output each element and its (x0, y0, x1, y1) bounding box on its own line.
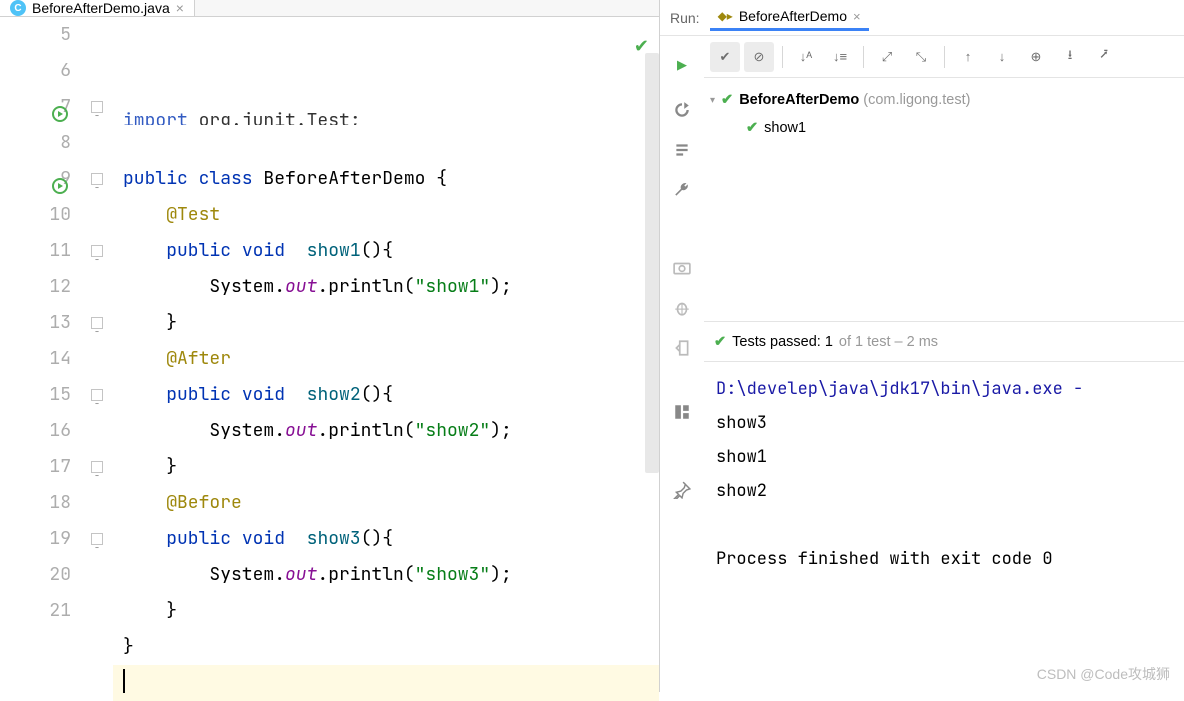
code-line[interactable]: System.out.println("show1"); (113, 269, 659, 305)
fold-toggle-icon[interactable] (91, 533, 103, 545)
show-ignored-icon[interactable]: ⊘ (744, 42, 774, 72)
import-icon[interactable]: ⭳ (1055, 42, 1085, 72)
line-number[interactable]: 11 (0, 233, 71, 269)
code-line[interactable]: System.out.println("show2"); (113, 413, 659, 449)
tab-filename: BeforeAfterDemo.java (32, 0, 170, 16)
fold-toggle-icon[interactable] (91, 461, 103, 473)
line-number[interactable]: 14 (0, 341, 71, 377)
editor-pane: C BeforeAfterDemo.java × 567891011121314… (0, 0, 660, 692)
editor-tab[interactable]: C BeforeAfterDemo.java × (0, 0, 195, 16)
prev-icon[interactable]: ↑ (953, 42, 983, 72)
code-line[interactable]: } (113, 593, 659, 629)
pin-icon[interactable] (672, 480, 692, 500)
editor-tab-bar: C BeforeAfterDemo.java × (0, 0, 659, 17)
run-sidebar: ▶ (660, 36, 704, 692)
expand-all-icon[interactable]: ⤢ (872, 42, 902, 72)
line-number[interactable]: 17 (0, 449, 71, 485)
next-icon[interactable]: ↓ (987, 42, 1017, 72)
run-test-icon[interactable] (52, 171, 68, 187)
line-number[interactable]: 12 (0, 269, 71, 305)
line-number[interactable]: 5 (0, 17, 71, 53)
console-output[interactable]: D:\develep\java\jdk17\bin\java.exe - sho… (704, 362, 1184, 692)
watermark: CSDN @Code攻城狮 (1037, 664, 1170, 684)
code-line[interactable]: public void show1(){ (113, 233, 659, 269)
exit-icon[interactable] (672, 338, 692, 358)
fold-toggle-icon[interactable] (91, 389, 103, 401)
toggle-auto-test-icon[interactable] (672, 100, 692, 120)
close-icon[interactable]: × (176, 0, 184, 16)
test-pass-icon: ✔ (746, 120, 758, 136)
close-icon[interactable]: × (853, 9, 861, 24)
editor-body[interactable]: 56789101112131415161718192021 ✔ import o… (0, 17, 659, 701)
run-header: Run: ◆▸ BeforeAfterDemo × (660, 0, 1184, 36)
run-pane: Run: ◆▸ BeforeAfterDemo × ▶ (660, 0, 1184, 692)
wrench-icon[interactable] (672, 180, 692, 200)
bug-icon[interactable] (672, 298, 692, 318)
line-number[interactable]: 13 (0, 305, 71, 341)
test-tree-item[interactable]: ✔ show1 (710, 114, 1178, 142)
fold-toggle-icon[interactable] (91, 245, 103, 257)
line-number[interactable]: 9 (0, 161, 71, 197)
java-class-icon: C (10, 0, 26, 16)
test-toolbar: ✔ ⊘ ↓ᴬ ↓≡ ⤢ ⤡ ↑ ↓ ⊕ ⭳ ⭷ (704, 36, 1184, 78)
run-config-tab[interactable]: ◆▸ BeforeAfterDemo × (710, 4, 869, 31)
code-line[interactable]: } (113, 305, 659, 341)
fold-toggle-icon[interactable] (91, 317, 103, 329)
fold-toggle-icon[interactable] (91, 173, 103, 185)
chevron-down-icon[interactable]: ▾ (710, 95, 715, 106)
code-line[interactable]: } (113, 629, 659, 665)
test-tree-root[interactable]: ▾ ✔ BeforeAfterDemo (com.ligong.test) (710, 86, 1178, 114)
camera-icon[interactable] (672, 258, 692, 278)
open-icon[interactable]: ⭷ (1089, 42, 1119, 72)
line-number[interactable]: 21 (0, 593, 71, 629)
rerun-failed-icon[interactable] (672, 140, 692, 160)
line-number[interactable]: 6 (0, 53, 71, 89)
line-number[interactable]: 19 (0, 521, 71, 557)
code-line[interactable] (113, 125, 659, 161)
test-config-icon: ◆▸ (718, 9, 733, 23)
code-line[interactable]: @After (113, 341, 659, 377)
code-line[interactable]: @Before (113, 485, 659, 521)
sort-duration-icon[interactable]: ↓≡ (825, 42, 855, 72)
line-number[interactable]: 16 (0, 413, 71, 449)
line-number[interactable]: 15 (0, 377, 71, 413)
line-number[interactable]: 10 (0, 197, 71, 233)
collapse-all-icon[interactable]: ⤡ (906, 42, 936, 72)
code-line[interactable]: @Test (113, 197, 659, 233)
code-line[interactable]: System.out.println("show3"); (113, 557, 659, 593)
code-line[interactable]: public void show3(){ (113, 521, 659, 557)
sort-alpha-icon[interactable]: ↓ᴬ (791, 42, 821, 72)
test-tree: ▾ ✔ BeforeAfterDemo (com.ligong.test) ✔ … (704, 78, 1184, 322)
test-pass-icon: ✔ (714, 334, 726, 350)
code-line[interactable]: } (113, 449, 659, 485)
line-number[interactable]: 8 (0, 125, 71, 161)
run-label: Run: (670, 10, 700, 26)
show-passed-icon[interactable]: ✔ (710, 42, 740, 72)
code-line[interactable]: public void show2(){ (113, 377, 659, 413)
code-line[interactable]: public class BeforeAfterDemo { (113, 161, 659, 197)
layout-icon[interactable] (672, 402, 692, 422)
code-line[interactable] (113, 665, 659, 701)
run-test-icon[interactable] (52, 99, 68, 115)
code-line[interactable]: import org.junit.Test; (113, 103, 659, 125)
rerun-icon[interactable]: ▶ (667, 50, 697, 80)
test-pass-icon: ✔ (721, 92, 733, 108)
fold-toggle-icon[interactable] (91, 101, 103, 113)
scrollbar-thumb[interactable] (645, 53, 659, 473)
line-number[interactable]: 7 (0, 89, 71, 125)
test-status-bar: ✔ Tests passed: 1 of 1 test – 2 ms (704, 322, 1184, 362)
line-number[interactable]: 18 (0, 485, 71, 521)
export-icon[interactable]: ⊕ (1021, 42, 1051, 72)
line-number[interactable]: 20 (0, 557, 71, 593)
